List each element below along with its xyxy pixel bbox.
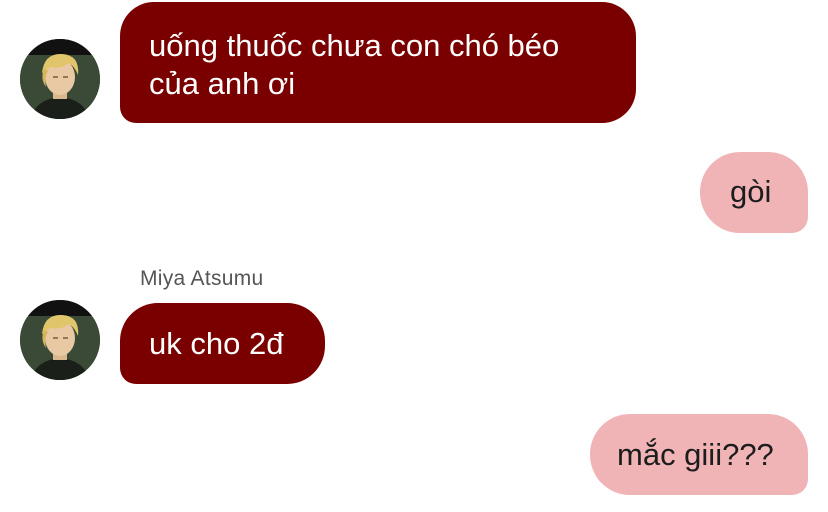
outgoing-message-bubble[interactable]: mắc giii??? (590, 414, 808, 495)
person-avatar-icon (20, 300, 100, 380)
person-avatar-icon (20, 39, 100, 119)
outgoing-message-bubble[interactable]: gòi (700, 152, 808, 233)
incoming-message-bubble[interactable]: uống thuốc chưa con chó béo của anh ơi (120, 2, 636, 123)
sender-avatar[interactable] (20, 300, 100, 380)
sender-avatar[interactable] (20, 39, 100, 119)
incoming-message-bubble[interactable]: uk cho 2đ (120, 303, 325, 384)
sender-name: Miya Atsumu (140, 267, 264, 290)
